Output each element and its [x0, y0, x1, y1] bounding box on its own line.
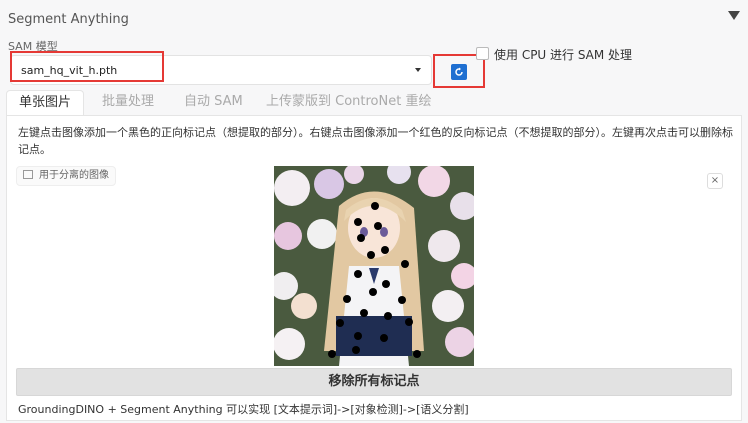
- segmentation-image[interactable]: [274, 166, 474, 366]
- remove-all-markers-button[interactable]: 移除所有标记点: [16, 368, 732, 396]
- highlight-box-model: [10, 51, 164, 82]
- marker-point[interactable]: [343, 295, 351, 303]
- marker-point[interactable]: [405, 318, 413, 326]
- image-icon: [23, 169, 33, 179]
- cpu-checkbox-label[interactable]: 使用 CPU 进行 SAM 处理: [494, 46, 632, 63]
- tab-single-image[interactable]: 单张图片: [6, 90, 85, 117]
- tab-upload-mask-controlnet[interactable]: 上传蒙版到 ControNet 重绘: [266, 90, 431, 116]
- marker-point[interactable]: [328, 350, 336, 358]
- close-image-button[interactable]: ×: [707, 173, 723, 189]
- refresh-button[interactable]: [451, 64, 467, 80]
- marker-point[interactable]: [374, 222, 382, 230]
- marker-point[interactable]: [371, 202, 379, 210]
- marker-point[interactable]: [384, 312, 392, 320]
- segment-anything-panel: Segment Anything SAM 模型 sam_hq_vit_h.pth…: [0, 0, 748, 423]
- marker-point[interactable]: [381, 246, 389, 254]
- marker-point[interactable]: [354, 218, 362, 226]
- marker-point[interactable]: [382, 280, 390, 288]
- marker-point[interactable]: [401, 260, 409, 268]
- refresh-icon: [455, 67, 463, 76]
- marker-point[interactable]: [354, 332, 362, 340]
- marker-point[interactable]: [352, 346, 360, 354]
- tab-bar: 单张图片 批量处理 自动 SAM 上传蒙版到 ControNet 重绘: [0, 90, 748, 117]
- tab-batch[interactable]: 批量处理: [102, 90, 154, 116]
- marker-point[interactable]: [380, 334, 388, 342]
- triangle-down-icon[interactable]: [728, 11, 740, 20]
- marker-point[interactable]: [367, 251, 375, 259]
- marker-point[interactable]: [354, 270, 362, 278]
- marker-point[interactable]: [398, 296, 406, 304]
- image-label-chip: 用于分离的图像: [16, 166, 116, 186]
- image-label: 用于分离的图像: [39, 170, 109, 181]
- marker-point[interactable]: [336, 319, 344, 327]
- marker-point[interactable]: [369, 288, 377, 296]
- grounding-dino-description: GroundingDINO + Segment Anything 可以实现 [文…: [18, 403, 469, 416]
- marker-point[interactable]: [360, 309, 368, 317]
- chevron-down-icon[interactable]: [415, 68, 421, 72]
- marker-instructions: 左键点击图像添加一个黑色的正向标记点（想提取的部分）。右键点击图像添加一个红色的…: [18, 126, 733, 156]
- marker-point[interactable]: [413, 350, 421, 358]
- marker-point[interactable]: [357, 234, 365, 242]
- panel-header[interactable]: Segment Anything: [0, 0, 748, 36]
- panel-title: Segment Anything: [8, 12, 129, 27]
- markers-layer: [328, 202, 421, 358]
- cpu-checkbox[interactable]: [476, 47, 489, 60]
- tab-auto-sam[interactable]: 自动 SAM: [184, 90, 243, 116]
